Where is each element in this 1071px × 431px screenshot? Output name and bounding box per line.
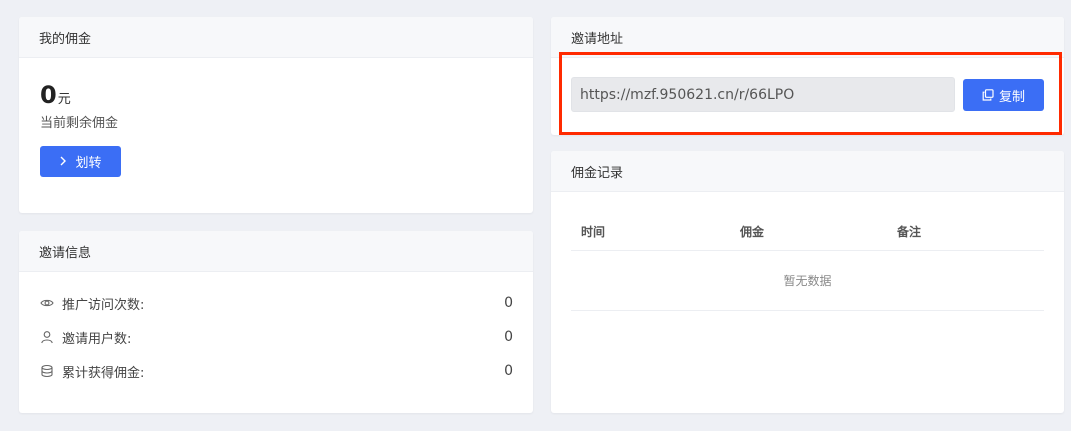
invite-url-card: 邀请地址 https://mzf.950621.cn/r/66LPO 复制 [551, 17, 1064, 135]
commission-records-title: 佣金记录 [551, 151, 1064, 192]
stat-label: 邀请用户数: [62, 331, 132, 347]
invite-url-field[interactable]: https://mzf.950621.cn/r/66LPO [571, 77, 955, 112]
commission-unit: 元 [57, 92, 71, 107]
stat-row-visits: 推广访问次数: 0 [40, 293, 513, 313]
stat-row-total-commission: 累计获得佣金: 0 [40, 361, 513, 381]
column-header-remark: 备注 [897, 225, 922, 239]
commission-card: 我的佣金 0 元 当前剩余佣金 划转 [19, 17, 533, 213]
commission-amount-row: 0 元 [40, 81, 71, 109]
copy-icon [982, 89, 994, 101]
commission-records-card: 佣金记录 时间 佣金 备注 暂无数据 [551, 151, 1064, 413]
eye-icon [40, 296, 54, 310]
column-header-time: 时间 [581, 225, 606, 239]
invite-info-title: 邀请信息 [19, 231, 533, 272]
commission-amount: 0 [40, 81, 57, 109]
database-icon [40, 364, 54, 378]
remaining-commission-label: 当前剩余佣金 [40, 116, 119, 131]
copy-button[interactable]: 复制 [963, 79, 1044, 111]
chevron-right-icon [59, 155, 67, 169]
stat-row-invited-users: 邀请用户数: 0 [40, 327, 513, 347]
invite-url-title: 邀请地址 [551, 17, 1064, 58]
commission-card-title: 我的佣金 [19, 17, 533, 58]
stat-label: 推广访问次数: [62, 297, 145, 313]
stat-value: 0 [504, 363, 513, 379]
user-icon [40, 330, 54, 344]
invite-info-card: 邀请信息 推广访问次数: 0 邀请用户数: 0 累计获得佣金: 0 [19, 231, 533, 413]
empty-state-text: 暂无数据 [571, 251, 1044, 311]
stat-label: 累计获得佣金: [62, 365, 145, 381]
records-table-header: 时间 佣金 备注 [571, 213, 1044, 251]
copy-button-label: 复制 [998, 89, 1025, 105]
stat-value: 0 [504, 295, 513, 311]
column-header-commission: 佣金 [740, 225, 765, 239]
transfer-button[interactable]: 划转 [40, 146, 121, 177]
stat-value: 0 [504, 329, 513, 345]
transfer-button-label: 划转 [75, 156, 102, 171]
